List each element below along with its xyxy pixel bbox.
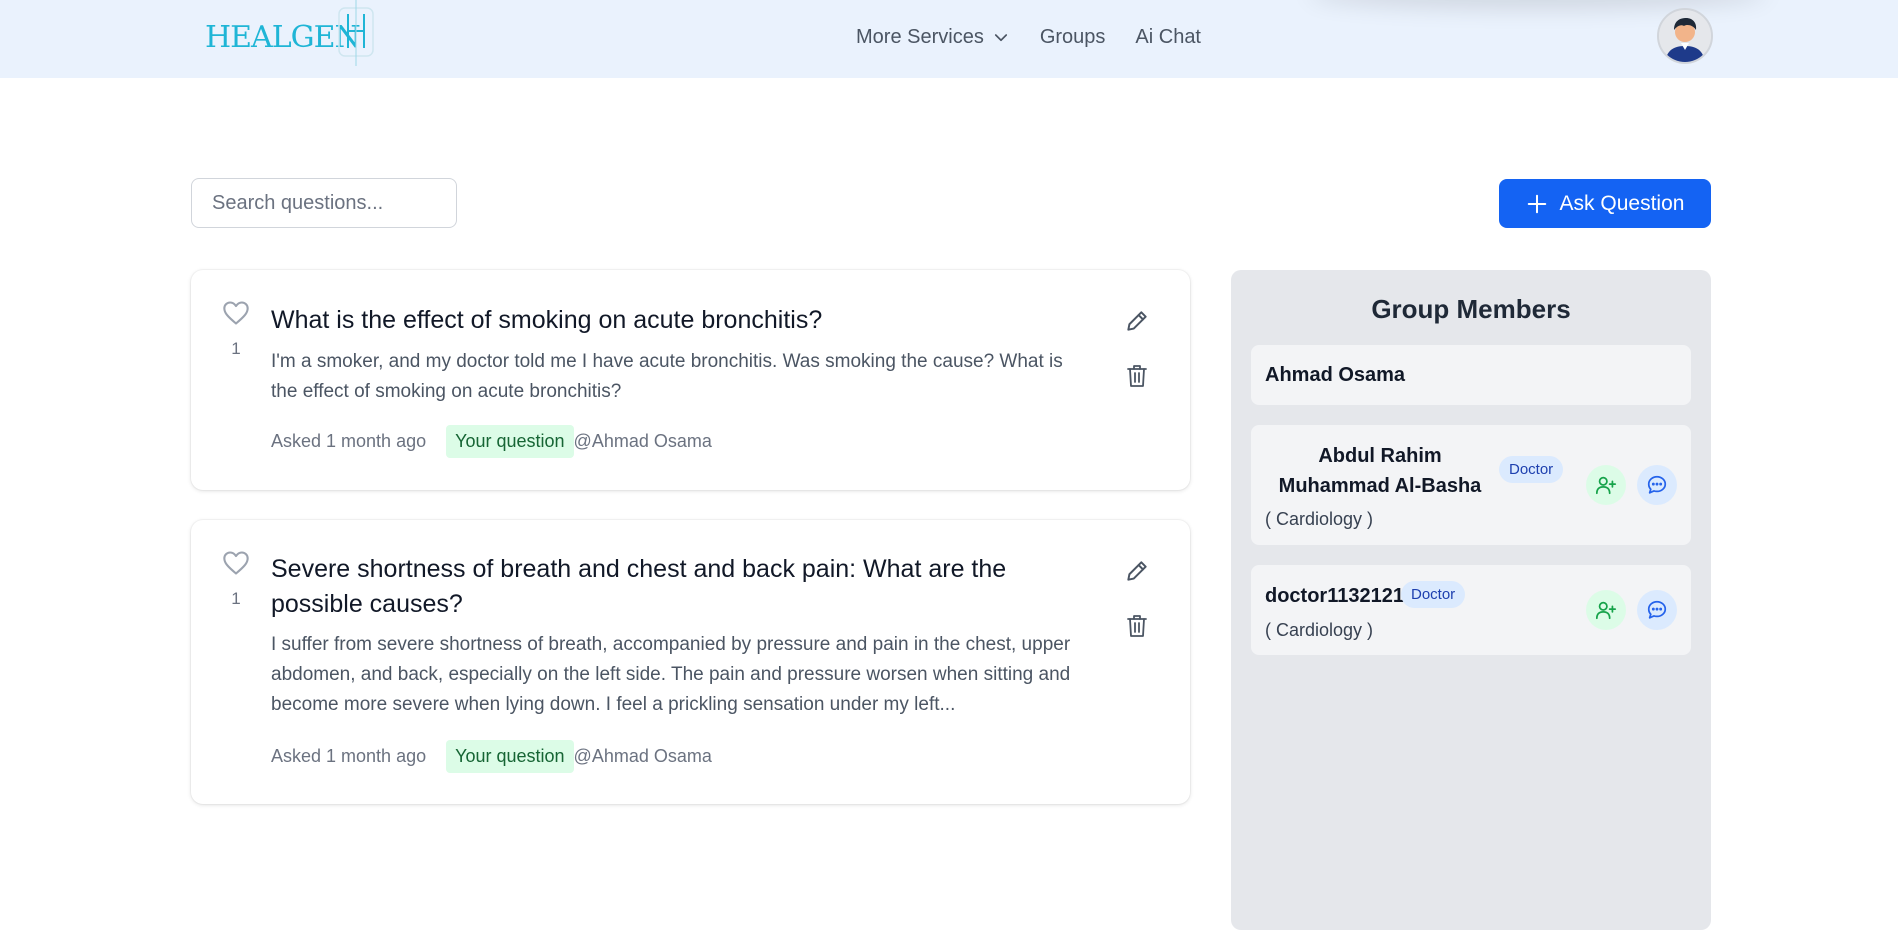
- your-question-badge: Your question: [446, 425, 574, 458]
- edit-icon[interactable]: [1124, 308, 1150, 334]
- doctor-badge: Doctor: [1401, 581, 1466, 608]
- nav-groups[interactable]: Groups: [1040, 26, 1106, 49]
- nav-ai-chat-label: Ai Chat: [1135, 26, 1201, 48]
- logo-mark-icon: [338, 0, 374, 66]
- nav-more-services-label: More Services: [856, 26, 984, 48]
- nav-ai-chat[interactable]: Ai Chat: [1135, 26, 1201, 49]
- user-plus-icon: [1595, 476, 1617, 495]
- like-control: 1: [221, 550, 251, 609]
- heart-icon[interactable]: [222, 300, 250, 326]
- your-question-badge: Your question: [446, 740, 574, 773]
- nav-groups-label: Groups: [1039, 26, 1106, 48]
- nav-more-services[interactable]: More Services: [856, 26, 1010, 49]
- heart-icon[interactable]: [222, 550, 250, 576]
- like-control: 1: [221, 300, 251, 359]
- message-button[interactable]: [1637, 465, 1677, 505]
- ask-question-button[interactable]: Ask Question: [1499, 179, 1711, 228]
- group-members-panel: Group Members Ahmad Osama Abdul Rahim Mu…: [1231, 270, 1711, 930]
- plus-icon: [1527, 194, 1546, 213]
- like-count: 1: [231, 589, 241, 608]
- user-avatar[interactable]: [1657, 8, 1713, 64]
- panel-title: Group Members: [1371, 294, 1571, 324]
- trash-icon[interactable]: [1126, 614, 1148, 638]
- chevron-down-icon: [994, 33, 1007, 41]
- author-handle: @Ahmad Osama: [573, 431, 712, 451]
- navbar: HEALGEN More Services Groups Ai Chat: [0, 0, 1898, 78]
- search-input[interactable]: [191, 178, 457, 228]
- member-name: Ahmad Osama: [1265, 364, 1406, 386]
- add-friend-button[interactable]: [1586, 465, 1626, 505]
- like-count: 1: [231, 339, 241, 358]
- question-meta: Asked 1 month ago Your question @Ahmad O…: [271, 425, 712, 458]
- question-title[interactable]: Severe shortness of breath and chest and…: [271, 552, 1080, 622]
- ask-question-label: Ask Question: [1559, 191, 1685, 215]
- doctor-badge: Doctor: [1499, 456, 1564, 483]
- question-meta: Asked 1 month ago Your question @Ahmad O…: [271, 740, 712, 773]
- question-body: I suffer from severe shortness of breath…: [271, 634, 1071, 715]
- member-name: Abdul Rahim Muhammad Al-Basha: [1278, 445, 1482, 497]
- member-specialty: ( Cardiology ): [1265, 620, 1374, 640]
- question-title[interactable]: What is the effect of smoking on acute b…: [271, 303, 1080, 338]
- question-card[interactable]: 1 What is the effect of smoking on acute…: [191, 270, 1190, 490]
- question-card[interactable]: 1 Severe shortness of breath and chest a…: [191, 520, 1190, 804]
- edit-icon[interactable]: [1124, 558, 1150, 584]
- asked-time: Asked 1 month ago: [271, 431, 427, 451]
- message-button[interactable]: [1637, 590, 1677, 630]
- asked-time: Asked 1 month ago: [271, 746, 427, 766]
- avatar-icon: [1659, 10, 1711, 62]
- member-specialty: ( Cardiology ): [1265, 509, 1374, 529]
- question-body: I'm a smoker, and my doctor told me I ha…: [271, 351, 1063, 402]
- user-plus-icon: [1595, 601, 1617, 620]
- healgen-logo[interactable]: HEALGEN: [205, 0, 375, 66]
- member-card[interactable]: Ahmad Osama: [1251, 345, 1691, 405]
- add-friend-button[interactable]: [1586, 590, 1626, 630]
- member-name: doctor1132121: [1265, 585, 1404, 607]
- chat-bubble-icon: [1647, 475, 1667, 494]
- member-card[interactable]: Abdul Rahim Muhammad Al-Basha Doctor ( C…: [1251, 425, 1691, 545]
- member-card[interactable]: doctor1132121 Doctor ( Cardiology ): [1251, 565, 1691, 655]
- author-handle: @Ahmad Osama: [573, 746, 712, 766]
- chat-bubble-icon: [1647, 600, 1667, 619]
- trash-icon[interactable]: [1126, 364, 1148, 388]
- main-nav: More Services Groups Ai Chat: [856, 26, 1231, 49]
